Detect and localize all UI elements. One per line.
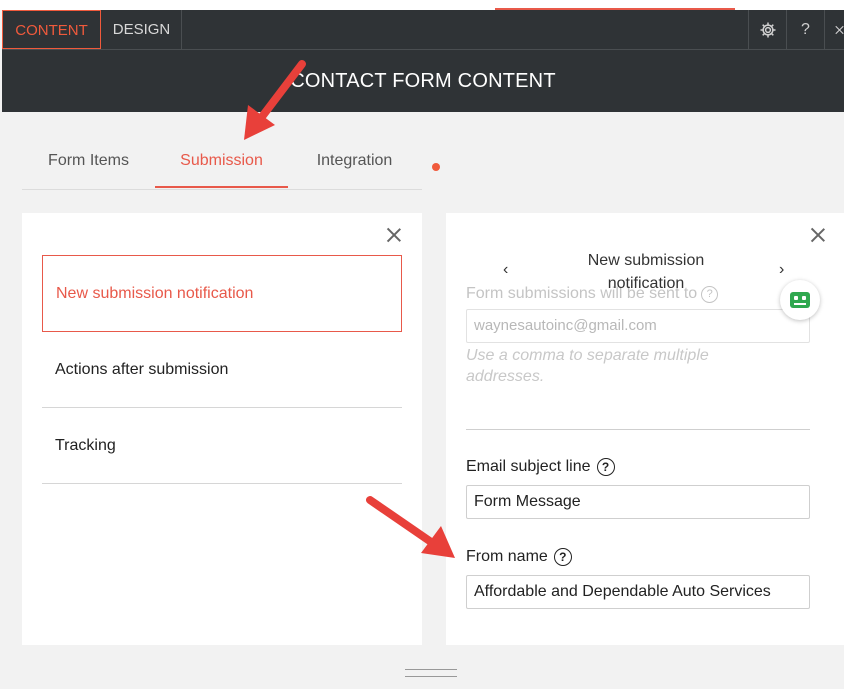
page-title: CONTACT FORM CONTENT — [290, 70, 556, 92]
list-item-tracking[interactable]: Tracking — [42, 408, 402, 484]
from-name-field[interactable]: Affordable and Dependable Auto Services — [466, 575, 810, 609]
tab-form-items[interactable]: Form Items — [22, 142, 155, 188]
resize-handle[interactable] — [405, 669, 457, 677]
tab-content[interactable]: CONTENT — [2, 10, 101, 49]
content-area: Form Items Submission Integration New su… — [2, 112, 844, 689]
gear-icon — [760, 22, 775, 37]
close-icon[interactable] — [387, 228, 401, 242]
notification-settings-panel: ‹ › Form submissions will be sent to? Ne… — [446, 213, 844, 645]
email-subject-field[interactable]: Form Message — [466, 485, 810, 519]
help-icon: ? — [801, 20, 810, 38]
submission-settings-list: New submission notification Actions afte… — [22, 213, 422, 645]
recipients-email-field[interactable]: waynesautoinc@gmail.com — [466, 309, 810, 343]
close-editor-button[interactable] — [824, 10, 844, 49]
close-icon — [835, 25, 844, 34]
from-name-label: From name? — [466, 548, 572, 566]
settings-button[interactable] — [748, 10, 786, 49]
editor-window: CONTENT DESIGN ? CONTACT FORM CONTENT Fo… — [0, 0, 844, 689]
close-icon[interactable] — [811, 228, 825, 242]
chevron-right-icon[interactable]: › — [779, 261, 784, 279]
help-icon[interactable]: ? — [596, 458, 615, 476]
subject-label-text: Email subject line — [466, 458, 591, 475]
recipients-hint: Use a comma to separate multiple address… — [466, 347, 709, 385]
subject-label: Email subject line? — [466, 458, 615, 476]
top-bar: CONTENT DESIGN ? — [2, 10, 844, 50]
tab-design[interactable]: DESIGN — [102, 10, 182, 49]
panel-header: CONTACT FORM CONTENT — [2, 50, 844, 112]
help-button[interactable]: ? — [786, 10, 824, 49]
tab-integration[interactable]: Integration — [288, 142, 421, 188]
chevron-left-icon[interactable]: ‹ — [503, 261, 508, 279]
panel-title: New submission notification — [587, 252, 705, 292]
list-item-actions-after-submission[interactable]: Actions after submission — [42, 332, 402, 408]
notification-dot — [432, 163, 440, 171]
assistant-badge[interactable] — [780, 280, 820, 320]
sub-tabs: Form Items Submission Integration — [22, 142, 440, 190]
divider — [466, 429, 810, 430]
help-icon[interactable]: ? — [553, 548, 572, 566]
tab-submission[interactable]: Submission — [155, 142, 288, 188]
list-item-new-submission-notification[interactable]: New submission notification — [42, 255, 402, 332]
bot-icon — [790, 292, 810, 308]
from-name-label-text: From name — [466, 548, 548, 565]
